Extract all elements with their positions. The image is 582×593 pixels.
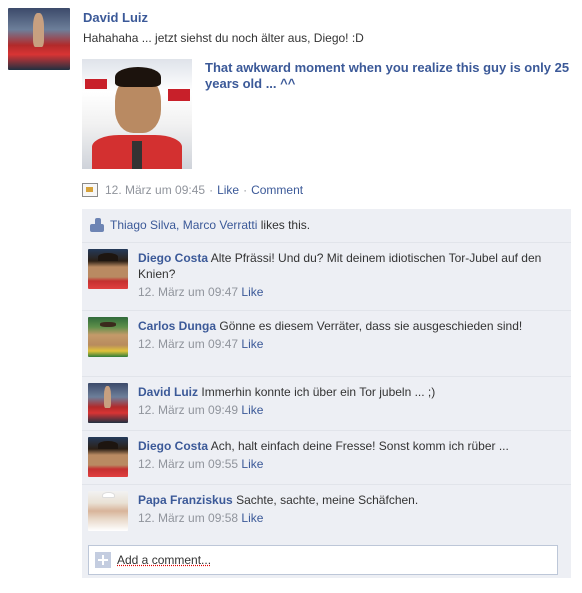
photo-microphone [132,141,142,169]
comment-text: Immerhin konnte ich über ein Tor jubeln … [201,385,436,399]
comment-timestamp[interactable]: 12. März um 09:55 [138,457,238,471]
post-author[interactable]: David Luiz [83,10,148,25]
sponsor-logo [168,89,190,101]
commenter-avatar[interactable] [88,317,128,357]
commenter-avatar[interactable] [88,491,128,531]
photo-hair [115,67,161,87]
comment-like-button[interactable]: Like [241,403,263,417]
likes-row: Thiago Silva, Marco Verratti likes this. [82,212,571,238]
commenter-name[interactable]: Diego Costa [138,251,208,265]
sponsor-logo [85,79,107,89]
like-button[interactable]: Like [217,183,239,197]
comment-timestamp[interactable]: 12. März um 09:47 [138,337,238,351]
post-action-row: 12. März um 09:45 · Like · Comment [82,183,303,197]
comment-item: David Luiz Immerhin konnte ich über ein … [82,376,571,427]
photo-share-icon [82,183,98,197]
separator: · [243,183,248,197]
thumbs-up-icon [90,218,104,232]
add-comment-placeholder[interactable]: Add a comment... [117,553,211,567]
author-avatar[interactable] [8,8,70,70]
commenter-avatar[interactable] [88,249,128,289]
comments-panel: Thiago Silva, Marco Verratti likes this.… [82,209,571,578]
commenter-name[interactable]: Carlos Dunga [138,319,216,333]
comment-text: Gönne es diesem Verräter, dass sie ausge… [219,319,523,333]
add-comment-icon [95,552,111,568]
comment-item: Diego Costa Alte Pfrässi! Und du? Mit de… [82,242,571,299]
add-comment-input[interactable]: Add a comment... [88,545,558,575]
comment-timestamp[interactable]: 12. März um 09:58 [138,511,238,525]
likes-suffix: likes this. [257,218,311,232]
comment-button[interactable]: Comment [251,183,303,197]
comment-item: Papa Franziskus Sachte, sachte, meine Sc… [82,484,571,537]
commenter-avatar[interactable] [88,383,128,423]
comment-text: Sachte, sachte, meine Schäfchen. [236,493,419,507]
separator: · [209,183,214,197]
comment-timestamp[interactable]: 12. März um 09:49 [138,403,238,417]
commenter-name[interactable]: Papa Franziskus [138,493,233,507]
comment-like-button[interactable]: Like [241,457,263,471]
shared-photo[interactable] [82,59,192,169]
comment-timestamp[interactable]: 12. März um 09:47 [138,285,238,299]
comment-like-button[interactable]: Like [241,285,263,299]
shared-link-title[interactable]: That awkward moment when you realize thi… [205,60,570,92]
comment-like-button[interactable]: Like [241,337,263,351]
post-timestamp[interactable]: 12. März um 09:45 [105,183,205,197]
likers-names[interactable]: Thiago Silva, Marco Verratti [110,218,257,232]
comment-item: Carlos Dunga Gönne es diesem Verräter, d… [82,310,571,365]
commenter-name[interactable]: David Luiz [138,385,198,399]
commenter-name[interactable]: Diego Costa [138,439,208,453]
commenter-avatar[interactable] [88,437,128,477]
post-text: Hahahaha ... jetzt siehst du noch älter … [83,31,364,45]
comment-like-button[interactable]: Like [241,511,263,525]
comment-item: Diego Costa Ach, halt einfach deine Fres… [82,430,571,481]
comment-text: Ach, halt einfach deine Fresse! Sonst ko… [210,439,509,453]
